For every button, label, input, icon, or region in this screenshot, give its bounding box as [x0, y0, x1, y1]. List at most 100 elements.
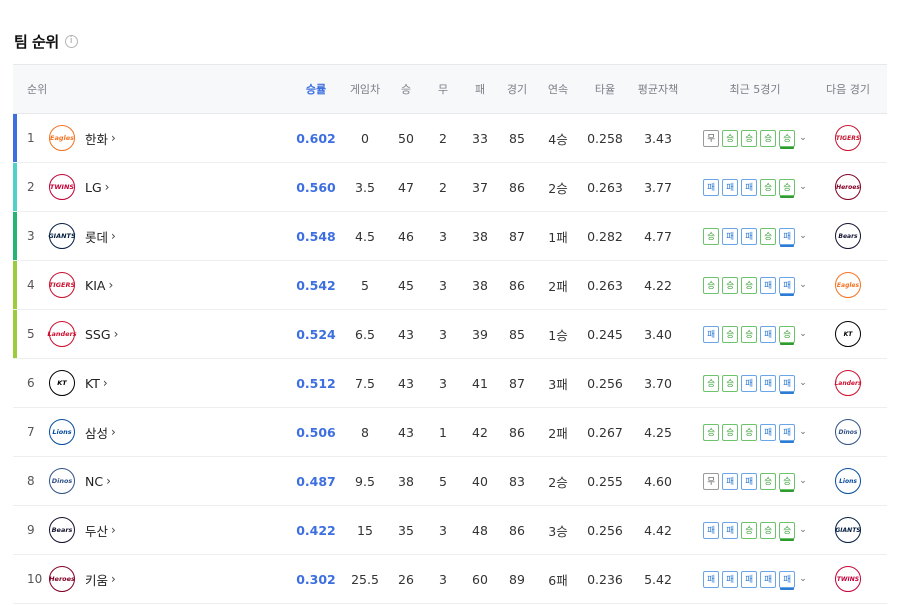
- chevron-down-icon[interactable]: ⌄: [799, 378, 807, 388]
- pct-value: 0.512: [296, 375, 336, 391]
- team-name[interactable]: 두산: [85, 521, 108, 540]
- next-game-cell[interactable]: GIANTS: [813, 506, 883, 554]
- team-name[interactable]: 삼성: [85, 423, 108, 442]
- chevron-down-icon[interactable]: ⌄: [799, 133, 807, 143]
- draws-cell: 3: [439, 228, 447, 244]
- chevron-down-icon[interactable]: ⌄: [799, 574, 807, 584]
- team-name[interactable]: SSG: [85, 327, 111, 342]
- next-game-cell[interactable]: Eagles: [813, 261, 883, 309]
- header-streak[interactable]: 연속: [539, 65, 577, 113]
- header-games[interactable]: 경기: [501, 65, 533, 113]
- info-icon[interactable]: i: [64, 34, 78, 48]
- team-link[interactable]: Bears 두산 ›: [49, 506, 189, 554]
- next-opponent-logo[interactable]: Heroes: [835, 174, 861, 200]
- next-opponent-logo[interactable]: Lions: [835, 468, 861, 494]
- next-opponent-logo[interactable]: KT: [835, 321, 861, 347]
- losses-cell: 37: [472, 179, 488, 195]
- chevron-right-icon[interactable]: ›: [105, 180, 110, 194]
- next-game-cell[interactable]: Dinos: [813, 408, 883, 456]
- last5-cell: 승 승 승 패 패 ⌄: [699, 408, 811, 456]
- chevron-down-icon[interactable]: ⌄: [799, 525, 807, 535]
- wins-cell: 38: [398, 473, 414, 489]
- wins-cell: 35: [398, 522, 414, 538]
- next-game-cell[interactable]: KT: [813, 310, 883, 358]
- next-opponent-logo[interactable]: TIGERS: [835, 125, 861, 151]
- header-wins[interactable]: 승: [391, 65, 421, 113]
- draws-cell: 3: [439, 571, 447, 587]
- result-badge: 패: [703, 570, 720, 588]
- team-name[interactable]: 키움: [85, 570, 108, 589]
- team-link[interactable]: GIANTS 롯데 ›: [48, 212, 189, 260]
- last5-badges: 승 승 패 패 패 ⌄: [703, 374, 807, 392]
- result-badge: 승: [779, 521, 796, 539]
- chevron-down-icon[interactable]: ⌄: [799, 182, 807, 192]
- table-row: 9 Bears 두산 › 0.422 15 35 3 48 86 3승 0.25…: [13, 506, 887, 555]
- chevron-right-icon[interactable]: ›: [108, 278, 113, 292]
- wins-cell: 46: [398, 228, 414, 244]
- team-link[interactable]: Lions 삼성 ›: [49, 408, 189, 456]
- result-badge: 승: [741, 276, 758, 294]
- chevron-right-icon[interactable]: ›: [103, 376, 108, 390]
- team-link[interactable]: Landers SSG ›: [47, 310, 189, 358]
- losses-cell: 48: [472, 522, 488, 538]
- chevron-down-icon[interactable]: ⌄: [799, 231, 807, 241]
- next-game-cell[interactable]: TWINS: [813, 555, 883, 603]
- table-row: 6 KT KT › 0.512 7.5 43 3 41 87 3패 0.256 …: [13, 359, 887, 408]
- next-opponent-logo[interactable]: Dinos: [835, 419, 861, 445]
- team-name[interactable]: 롯데: [85, 227, 108, 246]
- next-opponent-logo[interactable]: GIANTS: [835, 517, 861, 543]
- rank-number: 7: [27, 425, 35, 439]
- chevron-right-icon[interactable]: ›: [111, 229, 116, 243]
- draws-cell: 3: [439, 277, 447, 293]
- next-opponent-logo[interactable]: TWINS: [835, 566, 861, 592]
- chevron-right-icon[interactable]: ›: [111, 572, 116, 586]
- era-cell: 3.43: [644, 130, 672, 146]
- header-gb[interactable]: 게임차: [345, 65, 385, 113]
- losses-cell: 38: [472, 228, 488, 244]
- streak-cell: 2승: [548, 474, 568, 490]
- header-rank: 순위: [27, 83, 48, 96]
- draws-cell: 1: [439, 424, 447, 440]
- chevron-right-icon[interactable]: ›: [111, 425, 116, 439]
- rank-number: 4: [27, 278, 35, 292]
- losses-cell: 60: [472, 571, 488, 587]
- header-losses[interactable]: 패: [465, 65, 495, 113]
- next-opponent-logo[interactable]: Eagles: [835, 272, 861, 298]
- header-era[interactable]: 평균자책: [633, 65, 683, 113]
- team-link[interactable]: Dinos NC ›: [49, 457, 189, 505]
- team-link[interactable]: TIGERS KIA ›: [49, 261, 189, 309]
- next-opponent-logo[interactable]: Bears: [835, 223, 861, 249]
- games-cell: 86: [509, 424, 525, 440]
- header-draws[interactable]: 무: [428, 65, 458, 113]
- chevron-right-icon[interactable]: ›: [106, 474, 111, 488]
- chevron-down-icon[interactable]: ⌄: [799, 427, 807, 437]
- team-logo: TWINS: [49, 174, 75, 200]
- chevron-right-icon[interactable]: ›: [111, 523, 116, 537]
- team-name[interactable]: KIA: [85, 278, 105, 293]
- team-name[interactable]: KT: [85, 376, 100, 391]
- team-name[interactable]: NC: [85, 474, 103, 489]
- chevron-right-icon[interactable]: ›: [111, 131, 116, 145]
- next-game-cell[interactable]: TIGERS: [813, 114, 883, 162]
- next-game-cell[interactable]: Landers: [813, 359, 883, 407]
- chevron-down-icon[interactable]: ⌄: [799, 329, 807, 339]
- next-opponent-logo[interactable]: Landers: [834, 370, 862, 396]
- team-link[interactable]: KT KT ›: [49, 359, 189, 407]
- header-pct[interactable]: 승률: [291, 65, 341, 113]
- team-link[interactable]: TWINS LG ›: [49, 163, 189, 211]
- result-badge: 패: [779, 423, 796, 441]
- chevron-down-icon[interactable]: ⌄: [799, 280, 807, 290]
- draws-cell: 5: [439, 473, 447, 489]
- chevron-down-icon[interactable]: ⌄: [799, 476, 807, 486]
- next-game-cell[interactable]: Heroes: [813, 163, 883, 211]
- team-name[interactable]: LG: [85, 180, 102, 195]
- chevron-right-icon[interactable]: ›: [114, 327, 119, 341]
- result-badge: 승: [779, 472, 796, 490]
- header-avg[interactable]: 타율: [585, 65, 625, 113]
- next-game-cell[interactable]: Bears: [813, 212, 883, 260]
- next-game-cell[interactable]: Lions: [813, 457, 883, 505]
- team-name[interactable]: 한화: [85, 129, 108, 148]
- team-link[interactable]: Eagles 한화 ›: [49, 114, 189, 162]
- team-link[interactable]: Heroes 키움 ›: [49, 555, 189, 603]
- last5-cell: 무 패 패 승 승 ⌄: [699, 457, 811, 505]
